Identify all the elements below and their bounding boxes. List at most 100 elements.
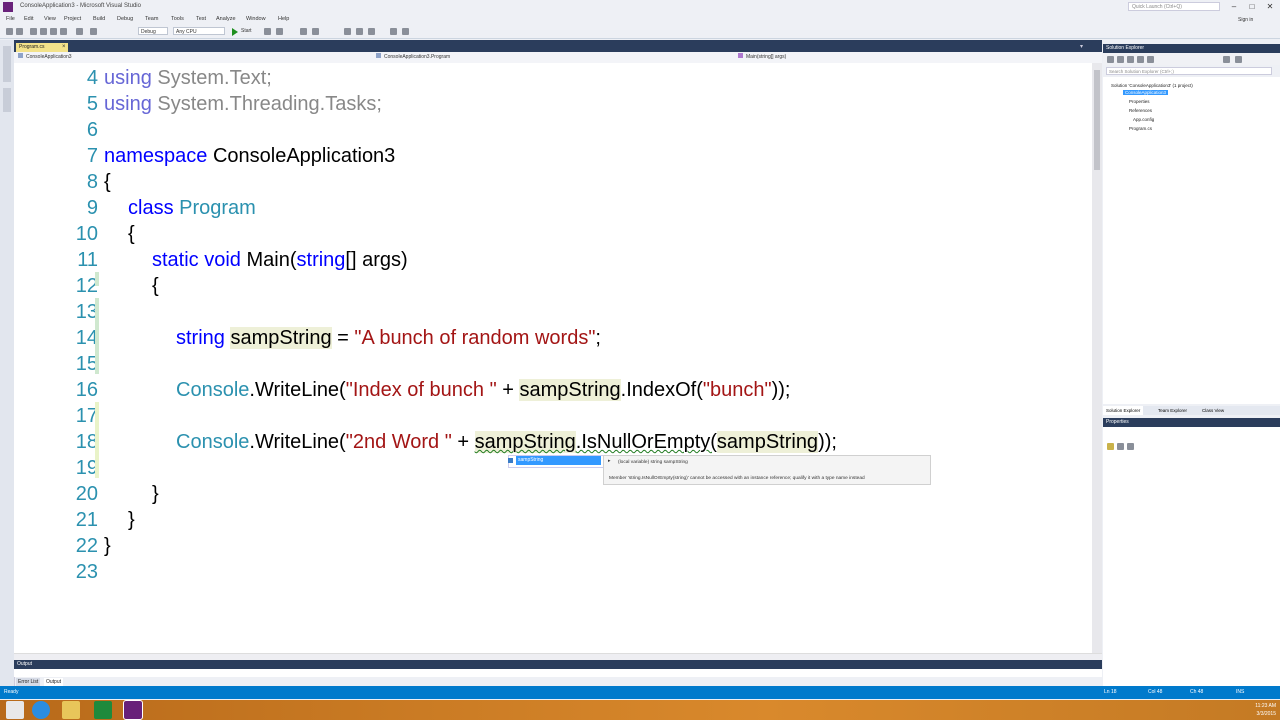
tab-error-list[interactable]: Error List	[16, 678, 41, 686]
collapse-icon[interactable]	[1137, 56, 1144, 63]
operator: +	[451, 431, 475, 453]
method-icon	[738, 53, 743, 58]
wrench-icon[interactable]	[1235, 56, 1242, 63]
tree-item-references[interactable]: References	[1129, 108, 1152, 113]
code-line-20: }	[152, 483, 159, 505]
code-line-10: {	[128, 223, 135, 245]
solution-config-dropdown[interactable]: Debug	[138, 27, 168, 35]
code-line-11: static void Main(string[] args)	[152, 249, 408, 272]
sign-in-link[interactable]: Sign in	[1238, 17, 1253, 23]
tooltip-error-message: Member 'string.IsNullOrEmpty(string)' ca…	[609, 476, 865, 481]
properties-header: Properties	[1103, 418, 1280, 427]
menu-test[interactable]: Test	[196, 16, 206, 22]
keyword-using: using	[104, 93, 152, 115]
start-button-icon[interactable]	[6, 701, 24, 719]
tree-item-solution[interactable]: Solution 'ConsoleApplication3' (1 projec…	[1111, 83, 1193, 88]
tab-program-cs[interactable]: Program.cs	[16, 43, 68, 52]
excel-icon[interactable]	[94, 701, 112, 719]
open-icon[interactable]	[40, 28, 47, 35]
save-all-icon[interactable]	[60, 28, 67, 35]
menu-build[interactable]: Build	[93, 16, 105, 22]
menu-project[interactable]: Project	[64, 16, 81, 22]
start-button-label[interactable]: Start	[241, 28, 252, 34]
variable-sampstring: sampString	[716, 431, 819, 453]
visual-studio-taskbar-icon[interactable]	[123, 700, 143, 720]
categorized-icon[interactable]	[1107, 443, 1114, 450]
tree-item-program-cs[interactable]: Program.cs	[1129, 126, 1152, 131]
member-dropdown-label: Main(string[] args)	[746, 54, 787, 60]
tab-solution-explorer[interactable]: Solution Explorer	[1103, 406, 1144, 415]
server-explorer-tab[interactable]	[3, 46, 11, 82]
member-dropdown[interactable]: Main(string[] args)	[738, 53, 786, 62]
project-dropdown[interactable]: ConsoleApplication3	[18, 53, 72, 62]
menu-tools[interactable]: Tools	[171, 16, 184, 22]
toolbox-tab[interactable]	[3, 88, 11, 112]
new-project-icon[interactable]	[30, 28, 37, 35]
redo-icon[interactable]	[90, 28, 97, 35]
menu-help[interactable]: Help	[278, 16, 289, 22]
toolbar-extra-icon[interactable]	[300, 28, 307, 35]
sync-icon[interactable]	[1117, 56, 1124, 63]
tab-dropdown-icon[interactable]: ▾	[1080, 43, 1083, 50]
type-console: Console	[176, 379, 250, 401]
properties-icon[interactable]	[1223, 56, 1230, 63]
toolbar-extra-icon[interactable]	[312, 28, 319, 35]
solution-explorer-search[interactable]: Search Solution Explorer (Ctrl+;)	[1106, 67, 1272, 75]
document-tab-strip	[14, 40, 1102, 52]
forward-icon[interactable]	[16, 28, 23, 35]
toolbar-extra-icon[interactable]	[276, 28, 283, 35]
minimize-icon[interactable]: –	[1224, 1, 1244, 12]
menu-team[interactable]: Team	[145, 16, 158, 22]
tree-item-properties[interactable]: Properties	[1129, 99, 1150, 104]
file-explorer-icon[interactable]	[62, 701, 80, 719]
close-window-icon[interactable]: ✕	[1260, 1, 1280, 12]
line-number: 13	[75, 301, 98, 323]
class-dropdown[interactable]: ConsoleApplication3.Program	[376, 53, 450, 62]
change-indicator	[95, 298, 99, 374]
toolbar-extra-icon[interactable]	[344, 28, 351, 35]
close-tab-icon[interactable]: ×	[62, 43, 66, 52]
maximize-icon[interactable]: □	[1242, 1, 1262, 12]
alphabetical-icon[interactable]	[1117, 443, 1124, 450]
code-editor[interactable]: 4 5 6 7 8 9 10 11 12 13 14 15 16 17 18 1…	[14, 63, 1092, 653]
status-column: Col 48	[1148, 689, 1163, 695]
variable-sampstring: sampString	[230, 327, 332, 349]
left-tool-rail	[0, 40, 15, 686]
line-number: 8	[86, 171, 98, 193]
menu-edit[interactable]: Edit	[24, 16, 33, 22]
solution-explorer-header: Solution Explorer	[1103, 44, 1280, 53]
back-icon[interactable]	[6, 28, 13, 35]
menu-window[interactable]: Window	[246, 16, 266, 22]
save-icon[interactable]	[50, 28, 57, 35]
toolbar-extra-icon[interactable]	[264, 28, 271, 35]
platform-dropdown[interactable]: Any CPU	[173, 27, 225, 35]
undo-icon[interactable]	[76, 28, 83, 35]
menu-view[interactable]: View	[44, 16, 56, 22]
variable-sampstring-error: sampString	[474, 431, 576, 453]
tab-team-explorer[interactable]: Team Explorer	[1155, 406, 1190, 415]
home-icon[interactable]	[1107, 56, 1114, 63]
refresh-icon[interactable]	[1127, 56, 1134, 63]
toolbar-extra-icon[interactable]	[402, 28, 409, 35]
tab-class-view[interactable]: Class View	[1199, 406, 1227, 415]
menu-file[interactable]: File	[6, 16, 15, 22]
start-icon[interactable]	[232, 28, 238, 36]
toolbar-extra-icon[interactable]	[356, 28, 363, 35]
menu-analyze[interactable]: Analyze	[216, 16, 236, 22]
tab-output[interactable]: Output	[44, 678, 64, 686]
tree-item-project[interactable]: ConsoleApplication3	[1123, 90, 1169, 95]
clock-date: 3/3/2015	[1256, 711, 1276, 717]
window-title: ConsoleApplication3 - Microsoft Visual S…	[20, 3, 141, 9]
toolbar-extra-icon[interactable]	[390, 28, 397, 35]
menu-debug[interactable]: Debug	[117, 16, 133, 22]
toolbar-extra-icon[interactable]	[368, 28, 375, 35]
scrollbar-thumb[interactable]	[1094, 70, 1100, 170]
string-literal: "A bunch of random words"	[354, 327, 596, 349]
tree-item-app-config[interactable]: App.config	[1133, 117, 1154, 122]
show-all-files-icon[interactable]	[1147, 56, 1154, 63]
line-number: 15	[75, 353, 98, 375]
internet-explorer-icon[interactable]	[32, 701, 50, 719]
quick-launch-input[interactable]: Quick Launch (Ctrl+Q)	[1128, 2, 1220, 11]
intellisense-selected-item[interactable]: sampString	[516, 456, 601, 465]
property-pages-icon[interactable]	[1127, 443, 1134, 450]
